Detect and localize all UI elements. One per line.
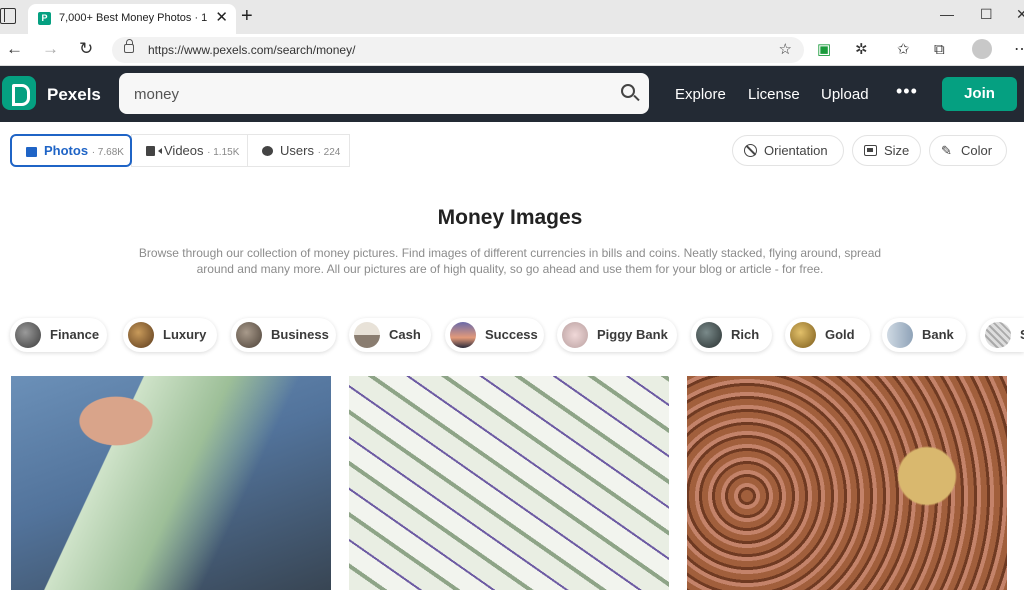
chip-thumbnail xyxy=(790,322,816,348)
chip-label: Bank xyxy=(922,327,954,342)
chip-thumbnail xyxy=(15,322,41,348)
close-tab-icon[interactable]: ✕ xyxy=(215,10,228,26)
chip-thumbnail xyxy=(354,322,380,348)
extension-icon[interactable]: ▣ xyxy=(817,42,831,58)
category-chip-gold[interactable]: Gold xyxy=(785,318,870,352)
nav-explore[interactable]: Explore xyxy=(675,86,726,103)
category-chip-success[interactable]: Success xyxy=(445,318,544,352)
page-title: Money Images xyxy=(437,206,583,229)
tab-label: Users xyxy=(280,143,314,158)
chip-thumbnail xyxy=(696,322,722,348)
filter-label: Orientation xyxy=(764,143,828,158)
category-chip-partial[interactable]: S xyxy=(980,318,1024,352)
browser-tab[interactable]: P 7,000+ Best Money Photos · 100% Free D… xyxy=(28,4,236,34)
address-bar: ← → ↻ https://www.pexels.com/search/mone… xyxy=(0,34,1024,66)
photo-money-fan-hands[interactable] xyxy=(11,376,331,590)
user-icon xyxy=(262,146,273,156)
tab-count: · 1.15K xyxy=(207,147,240,158)
tab-count: · 224 xyxy=(317,147,341,158)
refresh-icon[interactable]: ↻ xyxy=(79,39,93,59)
pexels-logo-icon[interactable] xyxy=(2,76,36,110)
chip-label: S xyxy=(1020,327,1024,342)
photo-icon xyxy=(26,147,37,157)
category-chip-business[interactable]: Business xyxy=(231,318,336,352)
site-header: Pexels money Explore License Upload ••• … xyxy=(0,66,1024,122)
browser-menu-icon[interactable]: ⋯ xyxy=(1014,39,1024,59)
photo-dollar-bills-pile[interactable] xyxy=(349,376,669,590)
orientation-filter-button[interactable]: Orientation xyxy=(732,135,844,166)
back-icon[interactable]: ← xyxy=(6,39,23,59)
url-text: https://www.pexels.com/search/money/ xyxy=(148,43,356,57)
lock-icon[interactable] xyxy=(124,39,134,53)
browser-tab-bar: P 7,000+ Best Money Photos · 100% Free D… xyxy=(0,0,1024,34)
photo-coins-jar[interactable] xyxy=(687,376,1007,590)
maximize-icon[interactable]: ☐ xyxy=(980,6,993,23)
brush-icon: ✎ xyxy=(941,143,952,158)
tab-label: Videos xyxy=(164,143,204,158)
collections-icon[interactable]: ⧉ xyxy=(934,42,945,58)
tab-photos[interactable]: Photos · 7.68K xyxy=(10,134,132,167)
chip-thumbnail xyxy=(985,322,1011,348)
close-window-icon[interactable]: ✕ xyxy=(1016,6,1024,23)
category-chip-luxury[interactable]: Luxury xyxy=(123,318,217,352)
size-filter-button[interactable]: Size xyxy=(852,135,921,166)
color-filter-button[interactable]: ✎ Color xyxy=(929,135,1007,166)
chip-label: Piggy Bank xyxy=(597,327,668,342)
nav-license[interactable]: License xyxy=(748,86,800,103)
puzzle-icon[interactable]: ✲ xyxy=(855,42,868,58)
chip-thumbnail xyxy=(887,322,913,348)
tab-videos[interactable]: Videos · 1.15K xyxy=(131,134,248,167)
tab-count: · 7.68K xyxy=(91,147,124,158)
profile-icon[interactable] xyxy=(972,39,992,59)
tab-actions-icon[interactable] xyxy=(0,8,16,24)
logo-text[interactable]: Pexels xyxy=(47,85,101,105)
chip-label: Rich xyxy=(731,327,760,342)
orientation-icon xyxy=(744,144,757,157)
chip-label: Luxury xyxy=(163,327,207,342)
new-tab-icon[interactable]: + xyxy=(241,6,253,26)
favorites-icon[interactable]: ✩ xyxy=(897,42,910,58)
chip-label: Finance xyxy=(50,327,100,342)
category-chip-piggy-bank[interactable]: Piggy Bank xyxy=(557,318,677,352)
chip-label: Gold xyxy=(825,327,855,342)
search-value: money xyxy=(134,86,180,103)
pexels-favicon-icon: P xyxy=(38,12,51,25)
chip-thumbnail xyxy=(236,322,262,348)
filter-label: Size xyxy=(884,143,910,158)
search-input[interactable]: money xyxy=(119,73,649,114)
tab-label: Photos xyxy=(44,143,89,158)
category-chip-finance[interactable]: Finance xyxy=(10,318,107,352)
filter-label: Color xyxy=(961,143,993,158)
category-chip-bank[interactable]: Bank xyxy=(882,318,966,352)
add-favorite-icon[interactable]: ☆ xyxy=(779,40,792,58)
page-description: Browse through our collection of money p… xyxy=(138,246,882,276)
tab-users[interactable]: Users · 224 xyxy=(247,134,350,167)
chip-thumbnail xyxy=(128,322,154,348)
url-field[interactable]: https://www.pexels.com/search/money/ ☆ xyxy=(112,37,804,63)
tab-title: 7,000+ Best Money Photos · 100% Free Dow… xyxy=(59,12,207,24)
chip-label: Cash xyxy=(389,327,421,342)
forward-icon[interactable]: → xyxy=(42,39,59,59)
more-menu-icon[interactable]: ••• xyxy=(896,81,918,102)
search-icon[interactable] xyxy=(621,84,635,98)
size-icon xyxy=(864,145,877,156)
category-chip-cash[interactable]: Cash xyxy=(349,318,431,352)
chip-thumbnail xyxy=(562,322,588,348)
chip-label: Success xyxy=(485,327,538,342)
join-button[interactable]: Join xyxy=(942,77,1017,111)
nav-upload[interactable]: Upload xyxy=(821,86,869,103)
category-chip-rich[interactable]: Rich xyxy=(691,318,772,352)
video-icon xyxy=(146,146,162,156)
chip-thumbnail xyxy=(450,322,476,348)
chip-label: Business xyxy=(271,327,329,342)
minimize-icon[interactable]: — xyxy=(940,6,954,22)
